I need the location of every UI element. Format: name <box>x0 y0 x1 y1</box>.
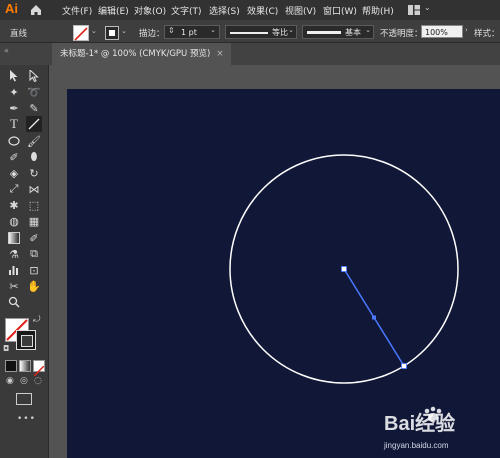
stroke-weight-value: 1 pt <box>181 28 197 37</box>
paintbrush-tool-icon[interactable]: 🖌 <box>26 133 42 149</box>
eyedropper-tool-icon[interactable]: ⚗ <box>6 246 22 262</box>
watermark-logo: Bai经验 <box>384 406 455 435</box>
opacity-label: 不透明度： <box>380 29 423 39</box>
home-icon[interactable] <box>29 3 43 17</box>
menu-select[interactable]: 选择(S) <box>209 4 240 17</box>
none-fill-icon <box>74 27 88 41</box>
document-tab-title: 未标题-1* @ 100% (CMYK/GPU 预览) <box>60 49 211 59</box>
perspective-grid-tool-icon[interactable]: ▦ <box>26 213 42 229</box>
column-graph-tool-icon[interactable] <box>6 262 22 278</box>
direct-selection-tool-icon[interactable] <box>26 68 42 84</box>
zoom-tool-icon[interactable] <box>6 294 22 310</box>
variable-width-profile[interactable]: 等比 ⌄ <box>225 25 297 39</box>
curvature-tool-icon[interactable]: ✎ <box>26 100 42 116</box>
shape-builder-tool-icon[interactable]: ◍ <box>6 213 22 229</box>
workspace-icon[interactable] <box>408 4 420 16</box>
menu-window[interactable]: 窗口(W) <box>323 4 357 17</box>
profile-dropdown-icon[interactable]: ⌄ <box>288 26 294 34</box>
draw-behind-icon[interactable]: ◎ <box>20 376 28 386</box>
opacity-field[interactable]: 100% <box>421 25 463 38</box>
line-center-point <box>372 315 376 320</box>
screen-mode-icon[interactable] <box>16 393 32 405</box>
stroke-weight-field[interactable]: ⇕ 1 pt ⌄ <box>164 25 220 39</box>
style-label: 样式： <box>474 29 500 39</box>
puppet-warp-tool-icon[interactable]: ✱ <box>6 197 22 213</box>
artboard-tool-icon[interactable]: ⊡ <box>26 262 42 278</box>
stroke-weight-dropdown-icon[interactable]: ⌄ <box>210 26 216 34</box>
menu-edit[interactable]: 编辑(E) <box>98 4 129 17</box>
menu-view[interactable]: 视图(V) <box>285 4 316 17</box>
default-colors-icon[interactable]: ◘ <box>3 344 9 353</box>
none-mode-icon[interactable] <box>33 360 45 377</box>
edit-toolbar-icon[interactable]: ••• <box>17 414 36 424</box>
watermark-url: jingyan.baidu.com <box>384 441 449 450</box>
brush-definition[interactable]: 基本 ⌄ <box>302 25 374 39</box>
artwork[interactable] <box>67 89 500 458</box>
brush-dropdown-icon[interactable]: ⌄ <box>365 26 371 34</box>
close-tab-icon[interactable]: × <box>216 49 223 59</box>
selection-type-label: 直线 <box>10 29 28 39</box>
mesh-tool-icon[interactable]: ✐ <box>26 230 42 246</box>
fill-swatch[interactable] <box>73 25 89 41</box>
stroke-dropdown-icon[interactable]: ⌄ <box>121 27 127 35</box>
draw-inside-icon[interactable]: ◌ <box>34 376 42 386</box>
stroke-color-box[interactable] <box>16 330 36 350</box>
stroke-swatch[interactable] <box>105 26 119 40</box>
slice-tool-icon[interactable]: ✂ <box>6 278 22 294</box>
blob-brush-tool-icon[interactable]: ⬮ <box>26 149 42 165</box>
app-logo: Ai <box>5 1 18 16</box>
width-tool-icon[interactable]: ⋈ <box>26 181 42 197</box>
hand-tool-icon[interactable]: ✋ <box>26 278 42 294</box>
menu-help[interactable]: 帮助(H) <box>362 4 394 17</box>
gradient-mode-icon[interactable] <box>19 360 31 372</box>
selection-tool-icon[interactable] <box>6 68 22 84</box>
rotate-tool-icon[interactable]: ↻ <box>26 165 42 181</box>
opacity-value: 100% <box>425 28 448 37</box>
document-tab[interactable]: 未标题-1* @ 100% (CMYK/GPU 预览) × <box>52 43 232 65</box>
type-tool-icon[interactable]: T <box>6 116 22 132</box>
workspace-dropdown-icon[interactable]: ⌄ <box>424 3 431 12</box>
gradient-tool-icon[interactable] <box>6 230 22 246</box>
line-anchor-end <box>401 363 407 369</box>
brush-label: 基本 <box>345 28 361 37</box>
blend-tool-icon[interactable]: ⧉ <box>26 246 42 262</box>
magic-wand-tool-icon[interactable]: ✦ <box>6 84 22 100</box>
stroke-label: 描边： <box>139 29 165 39</box>
shaper-tool-icon[interactable]: ✐ <box>6 149 22 165</box>
menu-object[interactable]: 对象(O) <box>134 4 166 17</box>
ellipse-tool-icon[interactable] <box>6 133 22 149</box>
scale-tool-icon[interactable]: ⤢ <box>6 181 22 197</box>
menu-file[interactable]: 文件(F) <box>62 4 92 17</box>
menu-type[interactable]: 文字(T) <box>171 4 202 17</box>
pen-tool-icon[interactable]: ✒ <box>6 100 22 116</box>
artboard[interactable] <box>67 89 500 458</box>
profile-label: 等比 <box>272 28 288 37</box>
swap-fill-stroke-icon[interactable]: ⤾ <box>33 315 41 325</box>
menu-effect[interactable]: 效果(C) <box>247 4 278 17</box>
stepper-icon[interactable]: ⇕ <box>168 26 175 35</box>
eraser-tool-icon[interactable]: ◈ <box>6 165 22 181</box>
color-mode-icon[interactable] <box>5 360 17 372</box>
line-segment-tool-icon[interactable] <box>26 116 42 132</box>
free-transform-tool-icon[interactable]: ⬚ <box>26 197 42 213</box>
lasso-tool-icon[interactable]: ➰ <box>26 84 42 100</box>
watermark-brand: Bai经验 <box>384 411 455 435</box>
opacity-dropdown-icon[interactable]: › <box>465 26 468 34</box>
fill-dropdown-icon[interactable]: ⌄ <box>91 27 97 35</box>
collapse-panel-icon[interactable]: « <box>4 46 9 55</box>
line-anchor-start <box>341 266 347 272</box>
draw-normal-icon[interactable]: ◉ <box>6 376 14 386</box>
